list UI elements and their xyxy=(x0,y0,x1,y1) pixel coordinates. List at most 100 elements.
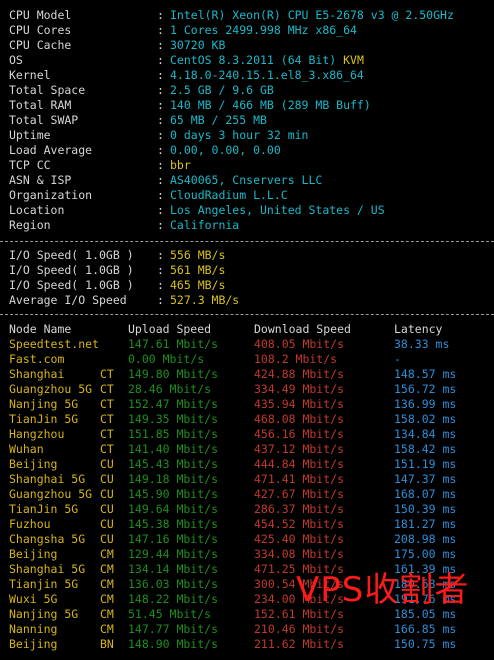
separator-line xyxy=(0,314,494,315)
node-name: Shanghai 5G xyxy=(9,562,86,576)
latency-value: 208.98 ms xyxy=(394,532,457,546)
sysinfo-value: 65 MB / 255 MB xyxy=(170,113,267,127)
isp-code: CU xyxy=(100,517,114,531)
upload-speed: 147.61 Mbit/s xyxy=(128,337,219,351)
col-header-node: Node Name xyxy=(9,322,72,336)
sysinfo-label: TCP CC xyxy=(9,158,51,172)
sysinfo-value: 4.18.0-240.15.1.el8_3.x86_64 xyxy=(170,68,364,82)
sysinfo-colon: : xyxy=(157,143,164,157)
download-speed: 437.12 Mbit/s xyxy=(254,442,345,456)
sysinfo-colon: : xyxy=(157,98,164,112)
sysinfo-value: Intel(R) Xeon(R) CPU E5-2678 v3 @ 2.50GH… xyxy=(170,8,454,22)
upload-speed: 149.35 Mbit/s xyxy=(128,412,219,426)
download-speed: 435.94 Mbit/s xyxy=(254,397,345,411)
sysinfo-colon: : xyxy=(157,113,164,127)
latency-value: 136.99 ms xyxy=(394,397,457,411)
col-header-latency: Latency xyxy=(394,322,443,336)
download-speed: 424.88 Mbit/s xyxy=(254,367,345,381)
node-name: Beijing xyxy=(9,547,58,561)
sysinfo-label: ASN & ISP xyxy=(9,173,72,187)
sysinfo-colon: : xyxy=(157,38,164,52)
io-label: I/O Speed( 1.0GB ) xyxy=(9,263,134,277)
virtualization-tag: KVM xyxy=(343,53,364,67)
download-speed: 425.40 Mbit/s xyxy=(254,532,345,546)
isp-code: CU xyxy=(100,472,114,486)
upload-speed: 148.90 Mbit/s xyxy=(128,637,219,651)
sysinfo-label: CPU Cores xyxy=(9,23,72,37)
sysinfo-value: Los Angeles, United States / US xyxy=(170,203,385,217)
io-value: 527.3 MB/s xyxy=(170,293,240,307)
upload-speed: 145.38 Mbit/s xyxy=(128,517,219,531)
upload-speed: 136.03 Mbit/s xyxy=(128,577,219,591)
sysinfo-colon: : xyxy=(157,53,164,67)
sysinfo-colon: : xyxy=(157,158,164,172)
node-name: Fast.com xyxy=(9,352,65,366)
upload-speed: 0.00 Mbit/s xyxy=(128,352,205,366)
separator-line xyxy=(0,241,494,242)
isp-code: CM xyxy=(100,607,114,621)
upload-speed: 148.22 Mbit/s xyxy=(128,592,219,606)
node-name: Nanjing 5G xyxy=(9,397,79,411)
isp-code: BN xyxy=(100,637,114,651)
sysinfo-value: California xyxy=(170,218,240,232)
upload-speed: 145.43 Mbit/s xyxy=(128,457,219,471)
isp-code: CU xyxy=(100,502,114,516)
upload-speed: 145.90 Mbit/s xyxy=(128,487,219,501)
io-colon: : xyxy=(157,293,164,307)
sysinfo-value: 30720 KB xyxy=(170,38,226,52)
latency-value: - xyxy=(394,352,401,366)
download-speed: 427.67 Mbit/s xyxy=(254,487,345,501)
latency-value: 158.02 ms xyxy=(394,412,457,426)
node-name: Changsha 5G xyxy=(9,532,86,546)
sysinfo-value: CloudRadium L.L.C xyxy=(170,188,288,202)
watermark-text: VPS收割者 xyxy=(296,570,470,610)
node-name: Beijing xyxy=(9,457,58,471)
sysinfo-value: 0.00, 0.00, 0.00 xyxy=(170,143,281,157)
upload-speed: 149.18 Mbit/s xyxy=(128,472,219,486)
sysinfo-label: Region xyxy=(9,218,51,232)
io-value: 561 MB/s xyxy=(170,263,226,277)
latency-value: 38.33 ms xyxy=(394,337,450,351)
latency-value: 166.85 ms xyxy=(394,622,457,636)
latency-value: 168.07 ms xyxy=(394,487,457,501)
download-speed: 210.46 Mbit/s xyxy=(254,622,345,636)
isp-code: CM xyxy=(100,562,114,576)
sysinfo-value: 0 days 3 hour 32 min xyxy=(170,128,309,142)
latency-value: 151.19 ms xyxy=(394,457,457,471)
isp-code: CT xyxy=(100,412,114,426)
io-colon: : xyxy=(157,263,164,277)
node-name: Tianjin 5G xyxy=(9,577,79,591)
node-name: Speedtest.net xyxy=(9,337,100,351)
isp-code: CT xyxy=(100,367,114,381)
upload-speed: 147.16 Mbit/s xyxy=(128,532,219,546)
sysinfo-value: bbr xyxy=(170,158,191,172)
latency-value: 175.00 ms xyxy=(394,547,457,561)
download-speed: 408.05 Mbit/s xyxy=(254,337,345,351)
isp-code: CU xyxy=(100,457,114,471)
isp-code: CM xyxy=(100,547,114,561)
download-speed: 471.41 Mbit/s xyxy=(254,472,345,486)
sysinfo-colon: : xyxy=(157,83,164,97)
download-speed: 456.16 Mbit/s xyxy=(254,427,345,441)
download-speed: 334.49 Mbit/s xyxy=(254,382,345,396)
isp-code: CU xyxy=(100,532,114,546)
upload-speed: 152.47 Mbit/s xyxy=(128,397,219,411)
sysinfo-colon: : xyxy=(157,128,164,142)
sysinfo-label: Total SWAP xyxy=(9,113,79,127)
download-speed: 454.52 Mbit/s xyxy=(254,517,345,531)
node-name: Shanghai 5G xyxy=(9,472,86,486)
isp-code: CT xyxy=(100,382,114,396)
node-name: Beijing xyxy=(9,637,58,651)
sysinfo-value: 1 Cores 2499.998 MHz x86_64 xyxy=(170,23,357,37)
node-name: Hangzhou xyxy=(9,427,65,441)
col-header-upload: Upload Speed xyxy=(128,322,212,336)
latency-value: 156.72 ms xyxy=(394,382,457,396)
io-label: I/O Speed( 1.0GB ) xyxy=(9,248,134,262)
isp-code: CM xyxy=(100,622,114,636)
node-name: Fuzhou xyxy=(9,517,51,531)
sysinfo-colon: : xyxy=(157,173,164,187)
io-label: Average I/O Speed xyxy=(9,293,127,307)
isp-code: CT xyxy=(100,427,114,441)
sysinfo-label: Load Average xyxy=(9,143,93,157)
sysinfo-colon: : xyxy=(157,188,164,202)
